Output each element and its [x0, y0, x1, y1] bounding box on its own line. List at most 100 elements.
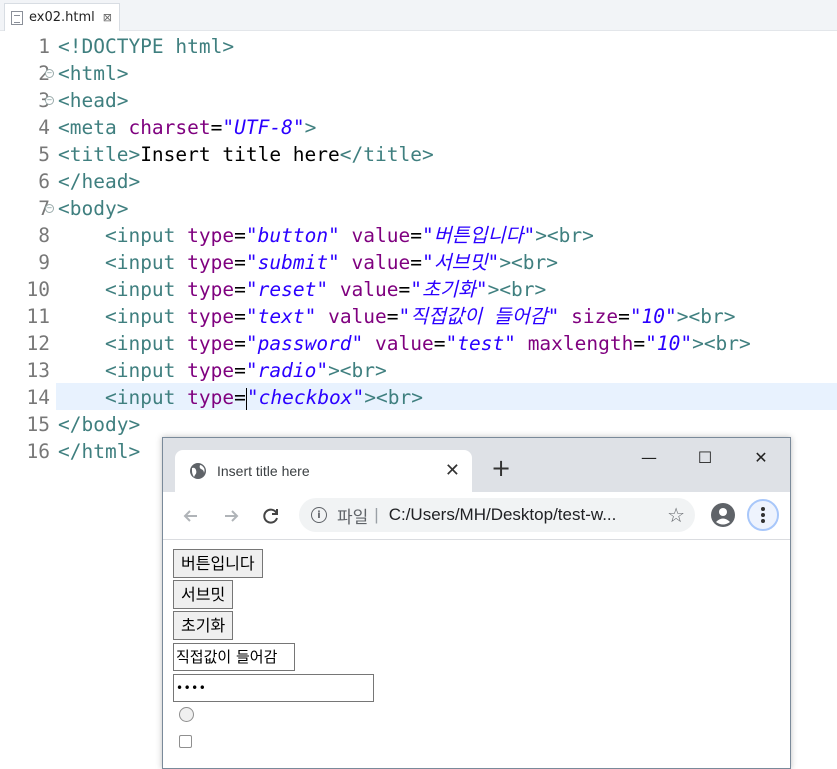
code-line[interactable]: <input type="password" value="test" maxl… [58, 330, 751, 357]
code-line[interactable]: <input type="checkbox"><br> [58, 384, 423, 411]
address-bar[interactable]: i 파일 | C:/Users/MH/Desktop/test-w... ☆ [299, 498, 695, 532]
reload-button[interactable] [257, 502, 285, 530]
code-token: <body> [58, 197, 129, 220]
code-line[interactable]: <body> [58, 195, 128, 222]
code-token: <input [104, 224, 188, 247]
browser-tab-active[interactable]: Insert title here ✕ [175, 450, 472, 492]
fold-toggle-icon[interactable]: − [45, 204, 54, 213]
code-line[interactable]: <html> [58, 60, 128, 87]
radio-input[interactable] [179, 707, 194, 722]
code-token: type [187, 305, 235, 328]
code-token: <input [104, 251, 188, 274]
code-line[interactable]: </head> [58, 168, 140, 195]
code-token: ><br> [487, 278, 547, 301]
code-token: > [304, 116, 317, 139]
code-line[interactable]: </body> [58, 411, 140, 438]
code-token: <input [104, 305, 188, 328]
close-window-button[interactable]: ✕ [741, 446, 781, 470]
code-line[interactable]: <input type="radio"><br> [58, 357, 387, 384]
code-line[interactable]: <meta charset="UTF-8"> [58, 114, 316, 141]
code-line[interactable]: <head> [58, 87, 128, 114]
new-tab-button[interactable]: + [491, 456, 511, 480]
forward-button[interactable] [217, 502, 245, 530]
code-token: "초기화" [410, 278, 488, 301]
line-number: 9 [38, 251, 50, 274]
text-input[interactable]: 직접값이 들어감 [173, 643, 295, 671]
code-token: = [234, 305, 246, 328]
editor-tab-bar: ex02.html ⊠ [0, 0, 837, 31]
close-tab-icon[interactable]: ✕ [445, 460, 460, 481]
code-token: = [410, 224, 422, 247]
code-token: value [375, 332, 434, 355]
code-token: "button" [245, 224, 340, 247]
info-icon[interactable]: i [311, 507, 327, 523]
code-token: </title> [339, 143, 434, 166]
button-input[interactable]: 버튼입니다 [173, 549, 263, 578]
code-token: = [234, 359, 246, 382]
code-token: ><br> [535, 224, 594, 247]
line-number: 10 [26, 278, 50, 301]
code-token: </body> [58, 413, 141, 436]
arrow-left-icon [183, 510, 197, 522]
menu-button[interactable] [747, 499, 779, 531]
more-vert-icon [761, 507, 765, 523]
code-token: <head> [58, 89, 129, 112]
globe-icon [190, 463, 206, 479]
code-line[interactable]: <title>Insert title here</title> [58, 141, 434, 168]
password-input[interactable]: •••• [173, 674, 374, 702]
code-token: value [351, 251, 411, 274]
bookmark-star-icon[interactable]: ☆ [667, 503, 685, 528]
code-token: Insert title here [140, 143, 340, 166]
code-line[interactable]: </html> [58, 438, 140, 465]
code-token: type [187, 386, 235, 409]
code-token: value [351, 224, 411, 247]
line-number: 1 [38, 35, 50, 58]
line-number: 6 [38, 170, 50, 193]
browser-tab-title: Insert title here [217, 463, 310, 479]
minimize-button[interactable]: — [629, 446, 669, 470]
line-number-gutter: 12−3−4567−8910111213141516 [6, 31, 56, 769]
line-number: 8 [38, 224, 50, 247]
code-token: </html> [58, 440, 141, 463]
editor-tab-ex02[interactable]: ex02.html ⊠ [4, 3, 120, 31]
code-token: value [339, 278, 399, 301]
fold-toggle-icon[interactable]: − [45, 69, 54, 78]
browser-title-bar: Insert title here ✕ + — ☐ ✕ [163, 438, 790, 492]
code-token: maxlength [527, 332, 634, 355]
back-button[interactable] [177, 502, 205, 530]
reset-button[interactable]: 초기화 [173, 611, 234, 640]
code-token: ><br> [364, 386, 423, 409]
arrow-right-icon [225, 510, 239, 522]
code-line[interactable]: <!DOCTYPE html> [58, 33, 234, 60]
code-token: "radio" [245, 359, 329, 382]
code-token: <meta [58, 116, 129, 139]
line-number: 11 [26, 305, 50, 328]
code-line[interactable]: <input type="submit" value="서브밋"><br> [58, 249, 558, 276]
code-token: <input [104, 332, 188, 355]
account-icon[interactable] [710, 502, 736, 528]
code-token: charset [128, 116, 211, 139]
code-token: "submit" [245, 251, 340, 274]
code-token: <input [104, 386, 188, 409]
code-token: "서브밋" [422, 251, 500, 274]
code-line[interactable]: <input type="button" value="버튼입니다"><br> [58, 222, 594, 249]
submit-button[interactable]: 서브밋 [173, 580, 234, 609]
checkbox-input[interactable] [179, 735, 192, 748]
close-tab-icon[interactable]: ⊠ [103, 11, 112, 24]
code-token: "password" [245, 332, 364, 355]
code-token: type [187, 251, 235, 274]
code-token: type [187, 224, 235, 247]
maximize-button[interactable]: ☐ [685, 446, 725, 470]
fold-toggle-icon[interactable]: − [45, 96, 54, 105]
code-token: <input [104, 359, 188, 382]
code-line[interactable]: <input type="text" value="직접값이 들어감" size… [58, 303, 736, 330]
code-token: = [433, 332, 446, 355]
code-token: <!DOCTYPE html> [58, 35, 235, 58]
code-line[interactable]: <input type="reset" value="초기화"><br> [58, 276, 546, 303]
